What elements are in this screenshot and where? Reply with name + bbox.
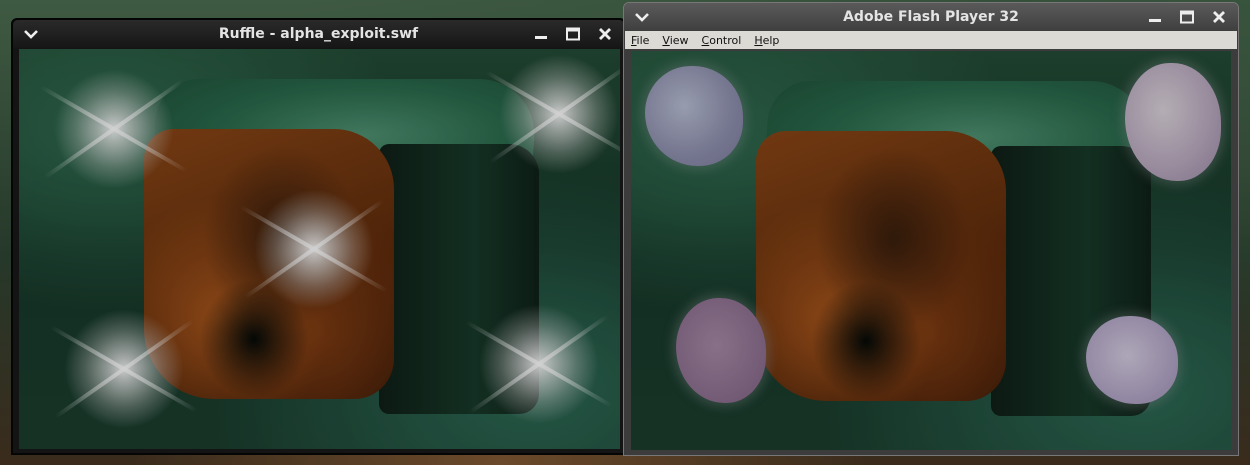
menu-control[interactable]: Control <box>702 34 742 47</box>
swf-stage[interactable] <box>19 49 620 449</box>
close-icon[interactable] <box>592 22 618 46</box>
stage-image <box>19 49 620 449</box>
close-icon[interactable] <box>1206 5 1232 29</box>
ruffle-window: Ruffle - alpha_exploit.swf <box>11 18 626 455</box>
ruffle-titlebar[interactable]: Ruffle - alpha_exploit.swf <box>13 20 624 48</box>
minimize-icon[interactable] <box>528 22 554 46</box>
menu-file[interactable]: File <box>631 34 649 47</box>
swf-stage[interactable] <box>631 51 1231 450</box>
alpha-blob <box>676 298 766 403</box>
sparkle-glow <box>479 304 599 424</box>
sparkle-glow <box>54 69 174 189</box>
sparkle-glow <box>254 189 374 309</box>
menu-bar: File View Control Help <box>625 31 1237 49</box>
minimize-icon[interactable] <box>1142 5 1168 29</box>
stage-image <box>631 51 1231 450</box>
menu-view[interactable]: View <box>662 34 688 47</box>
alpha-blob <box>645 66 743 166</box>
flash-titlebar[interactable]: Adobe Flash Player 32 <box>624 3 1238 31</box>
maximize-icon[interactable] <box>560 22 586 46</box>
menu-help[interactable]: Help <box>754 34 779 47</box>
shadow <box>811 281 921 401</box>
sparkle-glow <box>499 54 619 174</box>
sparkle-glow <box>64 309 184 429</box>
maximize-icon[interactable] <box>1174 5 1200 29</box>
flash-player-window: Adobe Flash Player 32 File View Control … <box>623 2 1239 456</box>
